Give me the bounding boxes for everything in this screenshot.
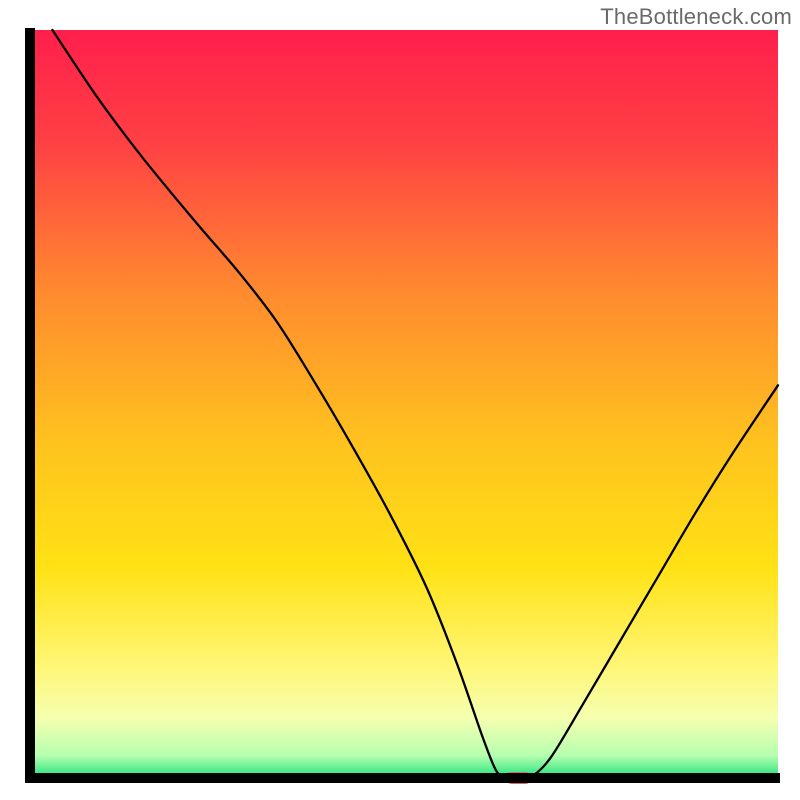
chart-container: TheBottleneck.com [0,0,800,800]
plot-area [20,28,780,788]
watermark-text: TheBottleneck.com [600,4,792,30]
gradient-background [30,30,778,778]
chart-svg [20,28,780,788]
